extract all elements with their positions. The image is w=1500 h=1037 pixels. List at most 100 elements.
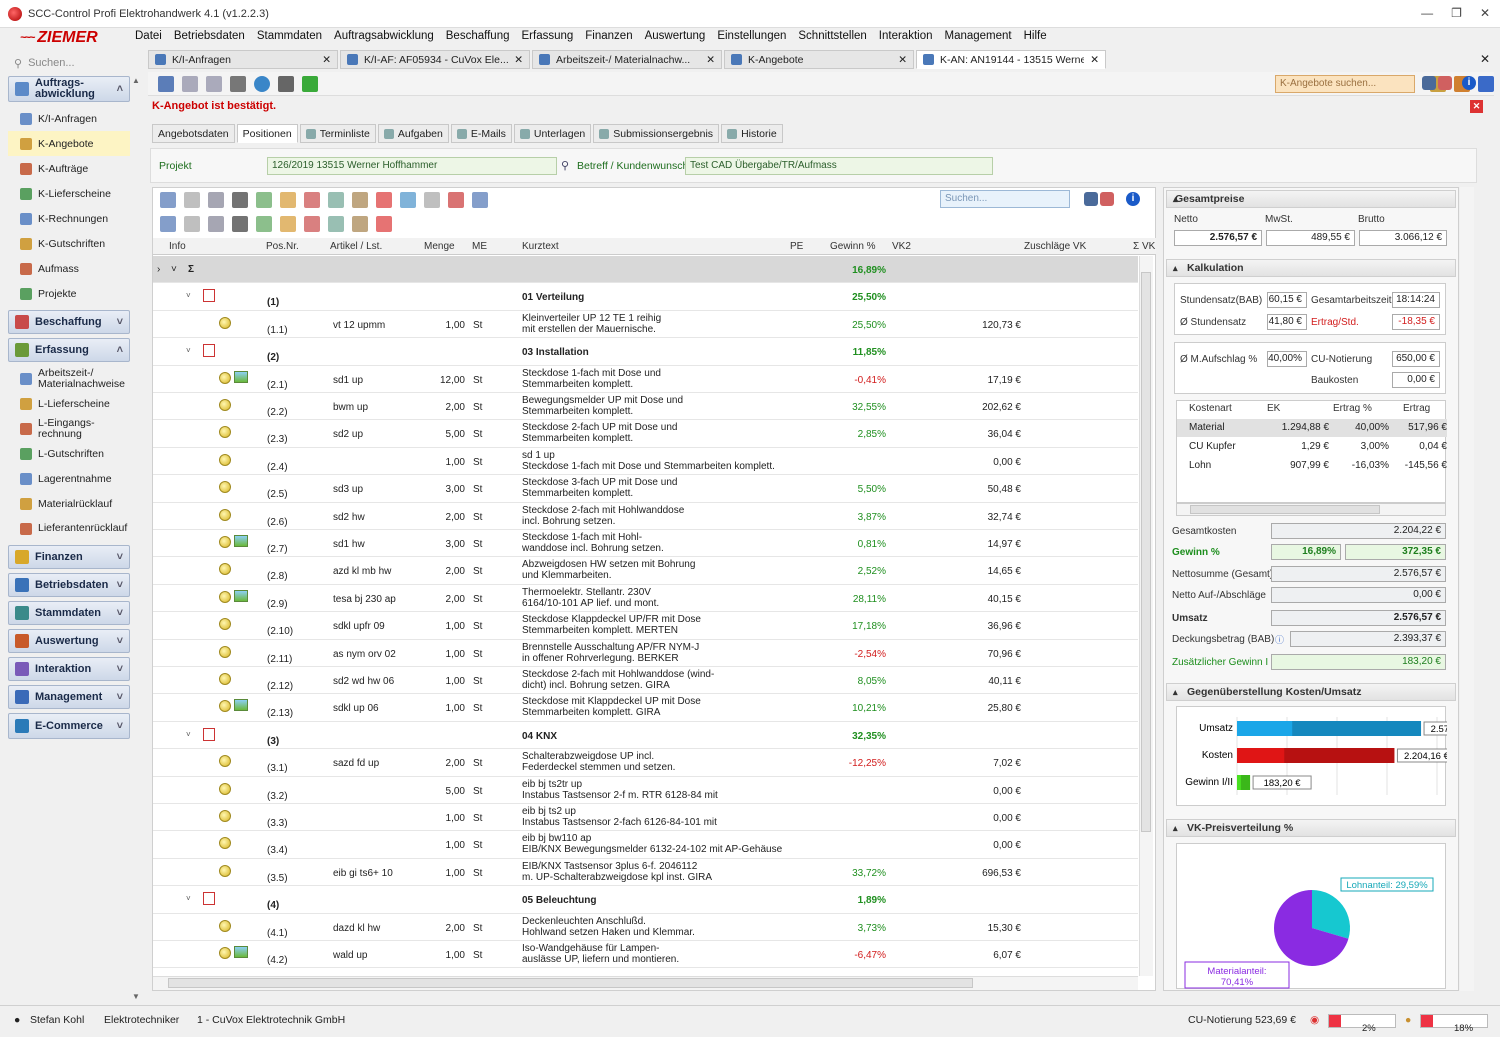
sidebar-search[interactable]: ⚲ Suchen... bbox=[10, 53, 128, 73]
preisverteilung-header[interactable]: VK-Preisverteilung % bbox=[1166, 819, 1456, 837]
table-row[interactable]: (2.11) as nym orv 02 1,00 St Brennstelle Aus… bbox=[153, 640, 1138, 667]
grid-tool-1-7-icon[interactable] bbox=[328, 192, 344, 208]
expand-icon[interactable]: › bbox=[157, 264, 160, 275]
grid-tool-1-9-icon[interactable] bbox=[376, 192, 392, 208]
menu-erfassung[interactable]: Erfassung bbox=[522, 30, 574, 46]
grid-tool-2-1-icon[interactable] bbox=[184, 216, 200, 232]
col-vk2[interactable]: VK2 bbox=[892, 241, 911, 252]
sidebar-group-auswertung[interactable]: Auswertung ˅ bbox=[8, 629, 130, 653]
grid-search-input[interactable]: Suchen... bbox=[940, 190, 1070, 208]
menu-auswertung[interactable]: Auswertung bbox=[645, 30, 706, 46]
doc-tab-3[interactable]: K-Angebote ✕ bbox=[724, 50, 914, 69]
grid-tool-2-0-icon[interactable] bbox=[160, 216, 176, 232]
table-row[interactable]: (4.2) wald up 1,00 St Iso-Wandgehäuse für La… bbox=[153, 941, 1138, 969]
sidebar-group-beschaffung[interactable]: Beschaffung ˅ bbox=[8, 310, 130, 334]
tab-terminliste[interactable]: Terminliste bbox=[299, 124, 376, 143]
kosten-umsatz-header[interactable]: Gegenüberstellung Kosten/Umsatz bbox=[1166, 683, 1456, 701]
table-row[interactable]: (2.12) sd2 wd hw 06 1,00 St Steckdose 2-fach… bbox=[153, 667, 1138, 695]
undo-icon[interactable] bbox=[182, 75, 198, 92]
sidebar-group-betriebsdaten[interactable]: Betriebsdaten ˅ bbox=[8, 573, 130, 597]
grid-tool-2-2-icon[interactable] bbox=[208, 216, 224, 232]
doc-tab-1[interactable]: K/I-AF: AF05934 - CuVox Ele... ✕ bbox=[340, 50, 530, 69]
table-row[interactable]: (2.5) sd3 up 3,00 St Steckdose 3-fach UP mit… bbox=[153, 475, 1138, 503]
grid-tool-2-6-icon[interactable] bbox=[304, 216, 320, 232]
sidebar-item-k-rechnungen[interactable]: K-Rechnungen bbox=[8, 206, 130, 231]
col-menge[interactable]: Menge bbox=[424, 241, 455, 252]
sidebar-scrollbar[interactable]: ▲ ▼ bbox=[130, 76, 142, 1001]
tab-historie[interactable]: Historie bbox=[721, 124, 783, 143]
cu-value[interactable]: 650,00 € bbox=[1392, 351, 1440, 367]
menu-stammdaten[interactable]: Stammdaten bbox=[257, 30, 322, 46]
grid-tool-2-4-icon[interactable] bbox=[256, 216, 272, 232]
tab-close-icon[interactable]: ✕ bbox=[1090, 54, 1099, 66]
arrow-icon[interactable] bbox=[1478, 75, 1494, 92]
table-row[interactable]: › ˅ Σ 16,89% bbox=[153, 256, 1138, 284]
close-tabs-icon[interactable]: ✕ bbox=[1480, 52, 1490, 66]
sidebar-item-k-gutschriften[interactable]: K-Gutschriften bbox=[8, 231, 130, 256]
sidebar-group-erfassung[interactable]: Erfassung ˄ bbox=[8, 338, 130, 362]
grid-tool-2-5-icon[interactable] bbox=[280, 216, 296, 232]
kalkulation-header[interactable]: Kalkulation bbox=[1166, 259, 1456, 277]
table-row[interactable]: (2.10) sdkl upfr 09 1,00 St Steckdose Klappd… bbox=[153, 612, 1138, 640]
menu-betriebsdaten[interactable]: Betriebsdaten bbox=[174, 30, 245, 46]
gesamtpreise-header[interactable]: Gesamtpreise bbox=[1166, 190, 1456, 208]
table-row[interactable]: ˅ (2) 03 Installation 11,85% bbox=[153, 338, 1138, 366]
grid-tool-1-0-icon[interactable] bbox=[160, 192, 176, 208]
refresh-icon[interactable] bbox=[254, 75, 270, 92]
grid-eraser-icon[interactable] bbox=[1100, 192, 1114, 206]
grid-tool-1-13-icon[interactable] bbox=[472, 192, 488, 208]
grid-hscroll-thumb[interactable] bbox=[168, 978, 973, 988]
kosten-row[interactable]: Material 1.294,88 € 40,00% 517,96 € bbox=[1177, 419, 1447, 437]
grid-tool-2-9-icon[interactable] bbox=[376, 216, 392, 232]
col-gewinn[interactable]: Gewinn % bbox=[830, 241, 876, 252]
collapse-icon[interactable]: ˅ bbox=[186, 894, 191, 903]
tab-close-icon[interactable]: ✕ bbox=[898, 54, 907, 66]
table-row[interactable]: ˅ (4) 05 Beleuchtung 1,89% bbox=[153, 886, 1138, 914]
grid-tool-2-3-icon[interactable] bbox=[232, 216, 248, 232]
collapse-icon[interactable]: ˅ bbox=[171, 264, 177, 275]
grid-tool-1-1-icon[interactable] bbox=[184, 192, 200, 208]
project-search-icon[interactable]: ⚲ bbox=[561, 159, 569, 172]
sidebar-group-e-commerce[interactable]: E-Commerce ˅ bbox=[8, 713, 130, 739]
doc-tab-4[interactable]: K-AN: AN19144 - 13515 Werne... ✕ bbox=[916, 50, 1106, 69]
grid-info-icon[interactable]: i bbox=[1126, 192, 1140, 206]
sidebar-item-lagerentnahme[interactable]: Lagerentnahme bbox=[8, 466, 130, 491]
collapse-icon[interactable]: ˅ bbox=[186, 730, 191, 739]
collapse-icon[interactable]: ˅ bbox=[186, 291, 191, 300]
kosten-col-ertrag[interactable]: Ertrag bbox=[1403, 403, 1430, 414]
menu-datei[interactable]: Datei bbox=[135, 30, 162, 46]
restore-icon[interactable]: ❐ bbox=[1451, 6, 1462, 20]
menu-einstellungen[interactable]: Einstellungen bbox=[717, 30, 786, 46]
sidebar-item-l-lieferscheine[interactable]: L-Lieferscheine bbox=[8, 391, 130, 416]
grid-view-icon[interactable] bbox=[158, 75, 174, 92]
table-row[interactable]: (3.2) 5,00 St eib bj ts2tr up Instabus Tasts… bbox=[153, 777, 1138, 804]
tab-close-icon[interactable]: ✕ bbox=[322, 54, 331, 66]
image-icon[interactable] bbox=[234, 946, 248, 958]
binoculars-icon[interactable] bbox=[1422, 76, 1436, 90]
user-name[interactable]: Stefan Kohl bbox=[30, 1014, 84, 1026]
deckung-info-icon[interactable]: ⓘ bbox=[1275, 633, 1284, 646]
collapse-icon[interactable]: ˅ bbox=[186, 346, 191, 355]
col-pos-nr[interactable]: Pos.Nr. bbox=[266, 241, 299, 252]
sidebar-item-projekte[interactable]: Projekte bbox=[8, 281, 130, 306]
sidebar-item-lieferantenrücklauf[interactable]: Lieferantenrücklauf bbox=[8, 516, 130, 541]
sidebar-group-auftrags-abwicklung[interactable]: Auftrags-abwicklung ˄ bbox=[8, 76, 130, 102]
grid-tool-1-2-icon[interactable] bbox=[208, 192, 224, 208]
betreff-field[interactable]: Test CAD Übergabe/TR/Aufmass bbox=[685, 157, 993, 175]
table-row[interactable]: (2.9) tesa bj 230 ap 2,00 St Thermoelektr. S… bbox=[153, 585, 1138, 613]
sidebar-group-finanzen[interactable]: Finanzen ˅ bbox=[8, 545, 130, 569]
table-row[interactable]: (2.13) sdkl up 06 1,00 St Steckdose mit Klap… bbox=[153, 694, 1138, 722]
table-row[interactable]: (2.4) 1,00 St sd 1 up Steckdose 1-fach mit D… bbox=[153, 448, 1138, 476]
grid-tool-1-5-icon[interactable] bbox=[280, 192, 296, 208]
table-row[interactable]: (3.3) 1,00 St eib bj ts2 up Instabus Tastsen… bbox=[153, 804, 1138, 832]
kosten-hscroll-thumb[interactable] bbox=[1190, 505, 1380, 514]
col-vk[interactable]: Σ VK bbox=[1133, 241, 1155, 252]
doc-tab-2[interactable]: Arbeitszeit-/ Materialnachw... ✕ bbox=[532, 50, 722, 69]
baukosten-value[interactable]: 0,00 € bbox=[1392, 372, 1440, 388]
menu-schnittstellen[interactable]: Schnittstellen bbox=[798, 30, 866, 46]
angebote-search-input[interactable]: K-Angebote suchen... bbox=[1275, 75, 1415, 93]
tab-unterlagen[interactable]: Unterlagen bbox=[513, 124, 592, 143]
save-icon[interactable] bbox=[230, 75, 246, 92]
grid-tool-2-7-icon[interactable] bbox=[328, 216, 344, 232]
table-row[interactable]: ˅ (3) 04 KNX 32,35% bbox=[153, 722, 1138, 750]
